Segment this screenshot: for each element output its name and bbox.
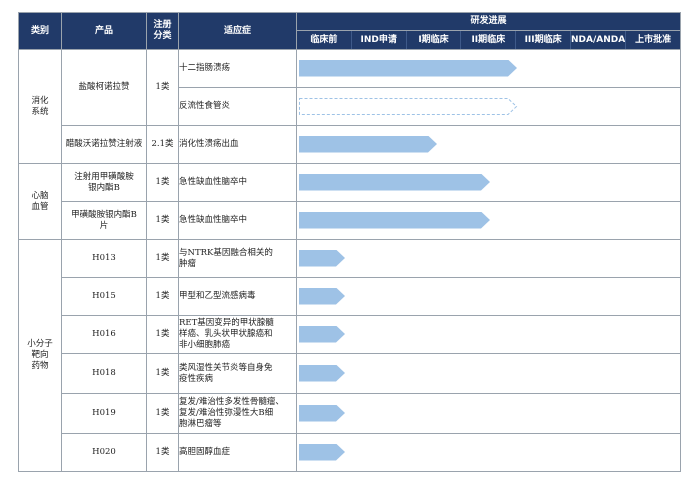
category-cell: 心脑 血管 <box>18 163 62 240</box>
registration-class: 1类 <box>146 201 179 240</box>
product-name: 甲磺酸胺银内酯B 片 <box>61 201 147 240</box>
pipeline-row: 醋酸沃诺拉赞注射液 2.1类 消化性溃疡出血 <box>19 125 681 164</box>
registration-class: 1类 <box>146 49 179 126</box>
progress-cell <box>296 393 681 434</box>
pipeline-row: H020 1类 高胆固醇血症 <box>19 433 681 472</box>
product-name: H019 <box>61 393 147 434</box>
progress-arrow <box>299 174 490 191</box>
indication-text: 复发/难治性多发性骨髓瘤、 复发/难治性弥漫性大B细 胞淋巴瘤等 <box>178 393 297 434</box>
stage-label: IND申请 <box>350 31 406 49</box>
category-cell: 小分子 靶向 药物 <box>18 239 62 472</box>
indication-text: 急性缺血性脑卒中 <box>178 163 297 202</box>
header-registration: 注册 分类 <box>146 12 179 50</box>
progress-cell <box>296 49 681 88</box>
stage-label: 上市批准 <box>625 31 680 49</box>
pipeline-row: 小分子 靶向 药物 H013 1类 与NTRK基因融合相关的 肿瘤 <box>18 239 681 472</box>
progress-arrow <box>299 60 517 77</box>
progress-arrow <box>299 405 345 422</box>
header-indication: 适应症 <box>178 12 297 50</box>
progress-cell <box>296 125 681 164</box>
pipeline-row: H019 1类 复发/难治性多发性骨髓瘤、 复发/难治性弥漫性大B细 胞淋巴瘤等 <box>19 393 681 434</box>
indication-text: 类风湿性关节炎等自身免 疫性疾病 <box>178 353 297 394</box>
registration-class: 1类 <box>146 163 179 202</box>
indication-text: 消化性溃疡出血 <box>178 125 297 164</box>
pipeline-row: 甲磺酸胺银内酯B 片 1类 急性缺血性脑卒中 <box>19 201 681 240</box>
header-product: 产品 <box>61 12 147 50</box>
registration-class: 1类 <box>146 393 179 434</box>
progress-arrow <box>299 444 345 461</box>
progress-cell <box>296 163 681 202</box>
pipeline-row: H016 1类 RET基因变异的甲状腺髓 样癌、乳头状甲状腺癌和 非小细胞肺癌 <box>19 315 681 354</box>
progress-arrow <box>299 250 345 267</box>
product-name: 注射用甲磺酸胺 银内酯B <box>61 163 147 202</box>
pipeline-row: H018 1类 类风湿性关节炎等自身免 疫性疾病 <box>19 353 681 394</box>
indication-text: 与NTRK基因融合相关的 肿瘤 <box>178 239 297 278</box>
progress-arrow <box>299 136 437 153</box>
product-name: H020 <box>61 433 147 472</box>
stage-label: II期临床 <box>460 31 515 49</box>
registration-class: 1类 <box>146 353 179 394</box>
progress-arrow <box>299 288 345 305</box>
header-stages: 临床前 IND申请 I期临床 II期临床 III期临床 NDA/ANDA 上市批准 <box>296 30 681 50</box>
header-category: 类别 <box>18 12 62 50</box>
product-name: 盐酸柯诺拉赞 <box>61 49 147 126</box>
progress-cell <box>296 277 681 316</box>
progress-cell <box>296 239 681 278</box>
stage-label: III期临床 <box>515 31 570 49</box>
indication-text: 甲型和乙型流感病毒 <box>178 277 297 316</box>
registration-class: 1类 <box>146 315 179 354</box>
product-name: H018 <box>61 353 147 394</box>
registration-class: 2.1类 <box>146 125 179 164</box>
progress-cell <box>296 87 681 126</box>
header-progress: 研发进展 <box>296 12 681 31</box>
progress-cell <box>296 433 681 472</box>
registration-class: 1类 <box>146 433 179 472</box>
progress-arrow <box>299 97 518 115</box>
progress-arrow <box>299 326 345 343</box>
pipeline-row: 心脑 血管 注射用甲磺酸胺 银内酯B 1类 急性缺血性脑卒中 <box>18 163 681 240</box>
indication-text: 高胆固醇血症 <box>178 433 297 472</box>
pipeline-row: H015 1类 甲型和乙型流感病毒 <box>19 277 681 316</box>
product-name: H015 <box>61 277 147 316</box>
product-name: H016 <box>61 315 147 354</box>
progress-cell <box>296 353 681 394</box>
progress-arrow <box>299 212 490 229</box>
progress-arrow <box>299 365 345 382</box>
product-name: H013 <box>61 239 147 278</box>
registration-class: 1类 <box>146 239 179 278</box>
category-cell: 消化 系统 <box>18 49 62 164</box>
indication-text: 急性缺血性脑卒中 <box>178 201 297 240</box>
progress-cell <box>296 315 681 354</box>
progress-cell <box>296 201 681 240</box>
stage-label: NDA/ANDA <box>569 31 625 49</box>
registration-class: 1类 <box>146 277 179 316</box>
stage-label: I期临床 <box>405 31 461 49</box>
stage-label: 临床前 <box>310 34 338 45</box>
indication-text: 十二指肠溃疡 <box>178 49 297 88</box>
pipeline-table: 类别 产品 注册 分类 适应症 研发进展 临床前 IND申请 I期临床 II期临床 II… <box>18 12 681 472</box>
indication-text: 反流性食管炎 <box>178 87 297 126</box>
pipeline-row: 消化 系统 盐酸柯诺拉赞 1类 十二指肠溃疡 <box>18 49 681 164</box>
product-name: 醋酸沃诺拉赞注射液 <box>61 125 147 164</box>
indication-text: RET基因变异的甲状腺髓 样癌、乳头状甲状腺癌和 非小细胞肺癌 <box>178 315 297 354</box>
